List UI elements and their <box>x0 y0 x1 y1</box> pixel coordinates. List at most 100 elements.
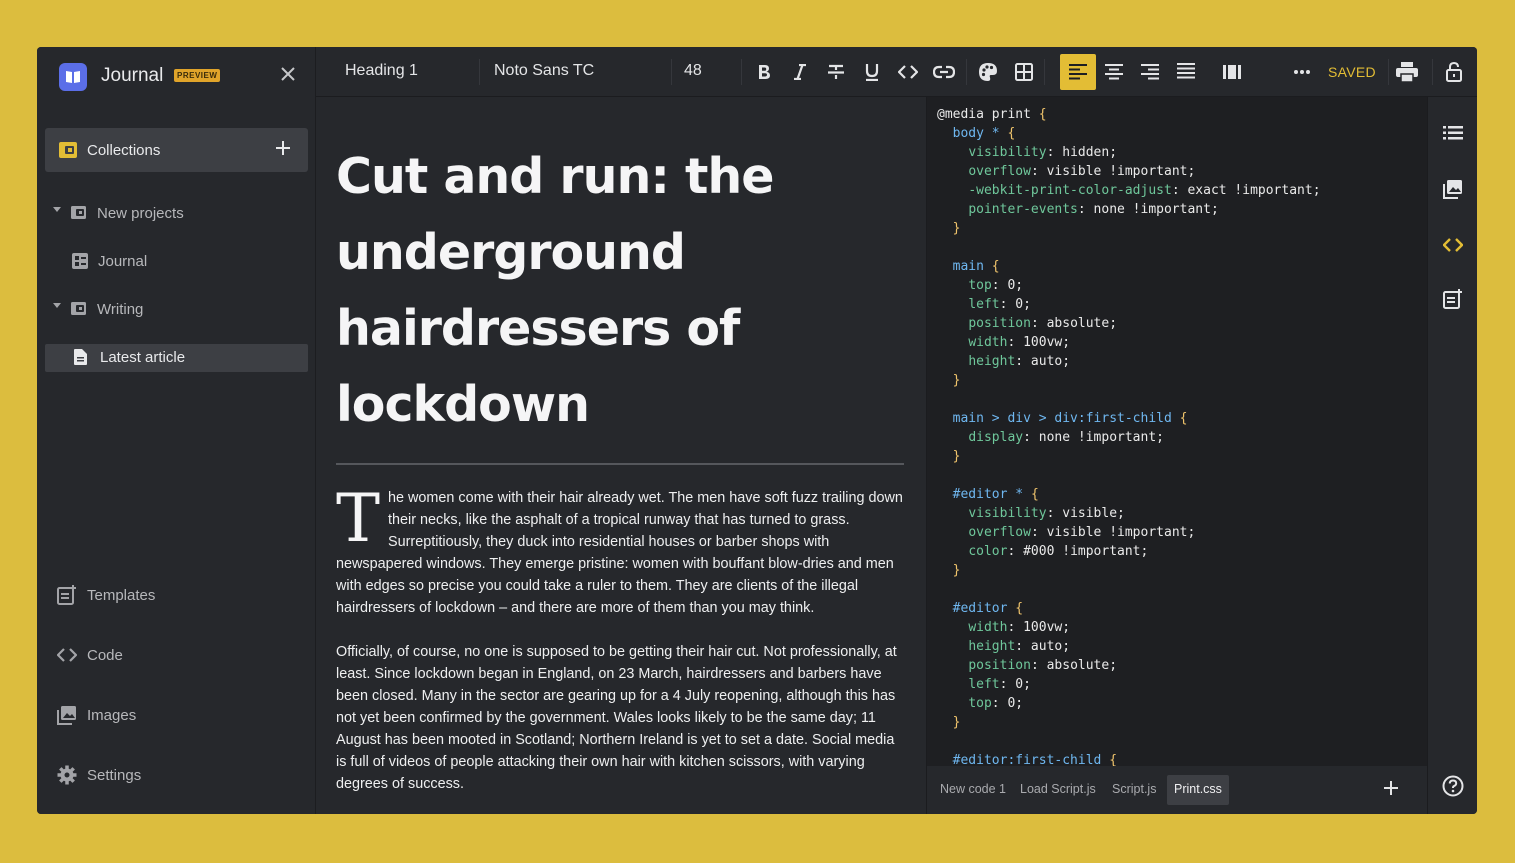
code-tab-bar: New code 1 Load Script.js Script.js Prin… <box>927 766 1427 814</box>
close-sidebar-button[interactable] <box>278 65 298 85</box>
saved-status: SAVED <box>1328 64 1376 80</box>
print-button[interactable] <box>1389 54 1425 90</box>
align-justify-icon <box>1177 63 1195 79</box>
underline-button[interactable] <box>854 54 890 90</box>
collections-button[interactable]: Collections <box>45 128 308 172</box>
formatting-toolbar: Heading 1 Noto Sans TC 48 SAVED <box>316 47 1477 97</box>
grid-icon <box>72 253 88 273</box>
sidebar-images[interactable]: Images <box>57 704 257 728</box>
sidebar-header: Journal PREVIEW <box>37 47 316 107</box>
align-left-icon <box>1069 64 1087 80</box>
italic-icon <box>794 64 806 80</box>
caret-down-icon[interactable] <box>53 207 61 212</box>
toolbar-divider <box>1044 59 1045 85</box>
help-button[interactable] <box>1441 774 1465 798</box>
columns-icon <box>1223 65 1241 79</box>
toolbar-divider <box>479 59 480 85</box>
align-left-button[interactable] <box>1060 54 1096 90</box>
bold-button[interactable] <box>746 54 782 90</box>
toolbar-divider <box>741 59 742 85</box>
sidebar-bottom-label: Settings <box>87 767 142 784</box>
paragraph-style-select[interactable]: Heading 1 <box>345 62 418 80</box>
app-title: Journal <box>101 65 164 86</box>
underline-icon <box>865 64 879 81</box>
document-editor[interactable]: Cut and run: the underground hairdresser… <box>316 97 927 814</box>
more-options-button[interactable] <box>1284 54 1320 90</box>
code-icon <box>898 65 918 79</box>
tree-item-label: New projects <box>97 205 184 222</box>
table-icon <box>1015 63 1033 81</box>
images-icon <box>1443 180 1462 199</box>
tree-item-label: Latest article <box>100 349 186 366</box>
align-center-button[interactable] <box>1096 54 1132 90</box>
code-icon <box>56 645 78 669</box>
code-tab-print-css[interactable]: Print.css <box>1167 775 1229 805</box>
tree-item-new-projects[interactable]: New projects <box>45 200 308 228</box>
templates-icon <box>1443 289 1462 309</box>
folder-icon <box>71 301 87 321</box>
tree-item-latest-article[interactable]: Latest article <box>45 344 308 372</box>
sidebar: Journal PREVIEW Collections New projects <box>37 47 316 814</box>
code-icon <box>1443 238 1463 252</box>
app-window: Journal PREVIEW Collections New projects <box>37 47 1477 814</box>
table-button[interactable] <box>1006 54 1042 90</box>
images-panel-button[interactable] <box>1441 177 1465 201</box>
code-tab-new-code-1[interactable]: New code 1 <box>933 775 1013 805</box>
toolbar-divider <box>966 59 967 85</box>
more-horizontal-icon <box>1294 70 1310 74</box>
align-justify-button[interactable] <box>1168 54 1204 90</box>
paragraph-text: he women come with their hair already we… <box>336 490 903 616</box>
font-family-select[interactable]: Noto Sans TC <box>494 62 594 80</box>
palette-icon <box>979 63 997 81</box>
sidebar-bottom-label: Templates <box>87 587 156 604</box>
sidebar-settings[interactable]: Settings <box>57 764 257 788</box>
align-right-icon <box>1141 64 1159 80</box>
strikethrough-icon <box>828 64 844 79</box>
templates-icon <box>57 585 77 609</box>
print-icon <box>1396 62 1418 82</box>
tree-item-writing[interactable]: Writing <box>45 296 308 324</box>
lock-open-icon <box>1446 62 1462 82</box>
italic-button[interactable] <box>782 54 818 90</box>
add-collection-button[interactable] <box>275 137 291 161</box>
article-title[interactable]: Cut and run: the underground hairdresser… <box>336 139 896 443</box>
code-editor[interactable]: @media print { body * { visibility: hidd… <box>927 97 1427 766</box>
lock-button[interactable] <box>1436 54 1472 90</box>
gear-icon <box>57 765 77 789</box>
font-size-input[interactable]: 48 <box>684 62 702 80</box>
collections-icon <box>58 140 78 165</box>
code-tab-load-script[interactable]: Load Script.js <box>1013 775 1103 805</box>
plus-icon <box>1384 781 1398 795</box>
align-right-button[interactable] <box>1132 54 1168 90</box>
bold-icon <box>759 65 770 79</box>
tree-item-label: Writing <box>97 301 144 318</box>
color-palette-button[interactable] <box>970 54 1006 90</box>
code-tab-script[interactable]: Script.js <box>1105 775 1163 805</box>
toolbar-divider <box>1432 59 1433 85</box>
collections-label: Collections <box>87 142 161 159</box>
columns-button[interactable] <box>1214 54 1250 90</box>
outline-panel-button[interactable] <box>1441 121 1465 145</box>
code-content[interactable]: @media print { body * { visibility: hidd… <box>927 97 1427 766</box>
caret-down-icon[interactable] <box>53 303 61 308</box>
article-paragraph[interactable]: The women come with their hair already w… <box>336 486 906 619</box>
strikethrough-button[interactable] <box>818 54 854 90</box>
article-paragraph[interactable]: Officially, of course, no one is suppose… <box>336 641 906 795</box>
templates-panel-button[interactable] <box>1441 287 1465 311</box>
document-icon <box>74 349 87 369</box>
sidebar-code[interactable]: Code <box>56 644 257 669</box>
sidebar-bottom-label: Code <box>87 647 123 664</box>
sidebar-templates[interactable]: Templates <box>57 584 257 608</box>
align-center-icon <box>1105 64 1123 80</box>
add-code-tab-button[interactable] <box>1383 777 1399 801</box>
toolbar-divider <box>671 59 672 85</box>
title-divider <box>336 463 904 465</box>
journal-logo-icon <box>59 63 87 91</box>
code-panel-button[interactable] <box>1441 233 1465 257</box>
close-icon <box>281 67 295 81</box>
inline-code-button[interactable] <box>890 54 926 90</box>
right-rail <box>1427 97 1477 814</box>
folder-icon <box>71 205 87 225</box>
link-button[interactable] <box>926 54 962 90</box>
tree-item-journal[interactable]: Journal <box>45 248 308 276</box>
